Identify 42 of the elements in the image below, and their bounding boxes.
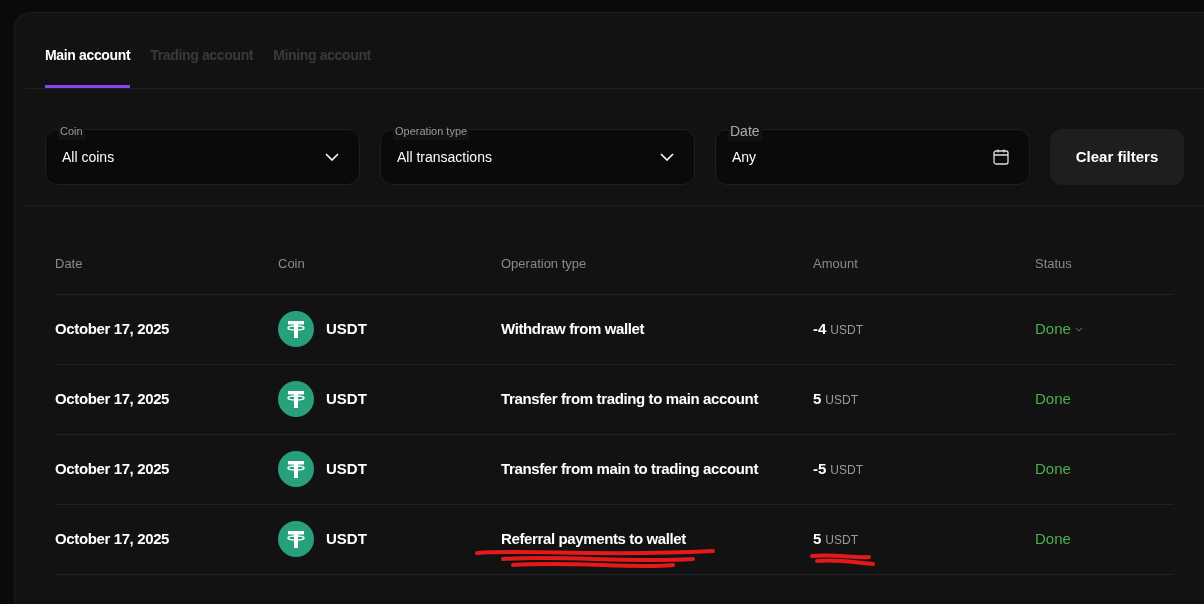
amount-unit: USDT	[825, 531, 858, 548]
coin-icon	[278, 521, 314, 557]
status-text: Done	[1035, 318, 1071, 339]
table-cell-text: USDT	[326, 458, 367, 479]
chevron-down-icon	[325, 153, 339, 161]
table-cell-text: October 17, 2025	[55, 388, 171, 409]
field-value: Any	[732, 148, 757, 167]
table-cell: Transfer from main to trading account	[501, 460, 758, 477]
account-tab[interactable]: Main account	[45, 45, 131, 88]
chevron-down-icon	[660, 153, 674, 161]
status-text: Done	[1035, 528, 1071, 549]
table-cell-text: October 17, 2025	[55, 318, 171, 339]
calendar-icon	[993, 149, 1009, 165]
table-cell: Transfer from trading to main account	[501, 390, 758, 407]
amount-unit: USDT	[830, 321, 863, 338]
table-cell: Withdraw from wallet	[501, 320, 645, 337]
coin-icon	[278, 311, 314, 347]
column-header: Status	[1035, 255, 1073, 273]
amount-value: 5	[813, 528, 822, 549]
field-value: All transactions	[397, 148, 492, 167]
status-text: Done	[1035, 388, 1071, 409]
amount-unit: USDT	[825, 391, 858, 408]
table-cell-text: USDT	[326, 318, 367, 339]
field-value: All coins	[62, 148, 115, 167]
table-cell-text: USDT	[326, 388, 367, 409]
coin-icon	[278, 451, 314, 487]
table-cell-text: USDT	[326, 528, 367, 549]
amount-value: 5	[813, 388, 822, 409]
coin-icon	[278, 381, 314, 417]
column-header: Amount	[813, 255, 859, 273]
table-cell: Referral payments to wallet	[501, 530, 686, 547]
table-cell-text: October 17, 2025	[55, 528, 171, 549]
clear-filters-button[interactable]: Clear filters	[1050, 129, 1184, 185]
column-header: Date	[55, 255, 84, 273]
amount-value: -4	[813, 318, 827, 339]
chevron-down-icon[interactable]	[1074, 326, 1083, 332]
column-header: Operation type	[501, 255, 588, 273]
status-text: Done	[1035, 458, 1071, 479]
column-header: Coin	[278, 255, 306, 273]
table-cell-text: October 17, 2025	[55, 458, 171, 479]
amount-unit: USDT	[830, 461, 863, 478]
amount-value: -5	[813, 458, 827, 479]
